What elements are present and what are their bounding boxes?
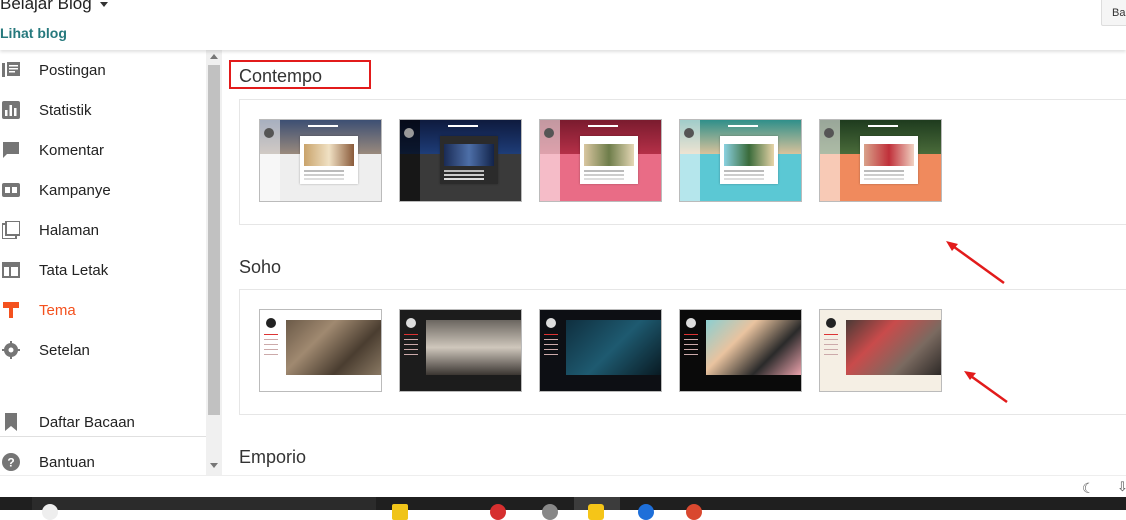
section-title-emporio: Emporio (239, 447, 307, 467)
view-blog-link[interactable]: Lihat blog (0, 25, 67, 41)
pages-icon (2, 221, 20, 239)
taskbar-search[interactable] (32, 497, 376, 510)
theme-thumbnail[interactable] (539, 309, 662, 392)
sidebar-item-postingan[interactable]: Postingan (0, 50, 206, 90)
app-icon[interactable] (542, 504, 558, 520)
sidebar-item-tata-letak[interactable]: Tata Letak (0, 250, 206, 290)
help-icon: ? (2, 453, 20, 471)
sidebar-item-komentar[interactable]: Komentar (0, 130, 206, 170)
scroll-down-icon[interactable] (210, 463, 218, 468)
blog-title: Belajar Blog (0, 0, 92, 13)
sidebar-item-kampanye[interactable]: Kampanye (0, 170, 206, 210)
annotation-arrow (964, 371, 1008, 404)
sidebar: Postingan Statistik Komentar Kampanye Ha… (0, 50, 206, 475)
scroll-up-icon[interactable] (210, 54, 218, 59)
theme-thumbnail[interactable] (539, 119, 662, 202)
sidebar-item-halaman[interactable]: Halaman (0, 210, 206, 250)
annotation-arrow (946, 241, 1005, 285)
theme-thumbnail[interactable] (399, 119, 522, 202)
theme-thumbnail[interactable] (679, 119, 802, 202)
taskbar (0, 497, 1126, 520)
top-right-button[interactable]: Ba (1101, 0, 1126, 26)
sidebar-item-label: Daftar Bacaan (39, 413, 135, 431)
theme-thumbnail[interactable] (819, 309, 942, 392)
section-title-contempo: Contempo (239, 66, 323, 86)
ad-icon (2, 183, 20, 197)
app-icon[interactable] (638, 504, 654, 520)
stats-icon (2, 101, 20, 119)
app-icon[interactable] (490, 504, 506, 520)
bookmark-icon (5, 413, 17, 431)
posts-icon (2, 62, 20, 77)
sidebar-item-label: Bantuan (39, 453, 95, 471)
app-icon[interactable] (588, 504, 604, 520)
sidebar-scrollbar[interactable] (206, 50, 222, 475)
theme-gallery: Contempo Soho Emporio (222, 50, 1126, 475)
theme-thumbnail[interactable] (819, 119, 942, 202)
dark-mode-icon[interactable]: ☾ (1082, 480, 1095, 497)
sidebar-item-tema[interactable]: Tema (0, 290, 206, 330)
contempo-theme-row (239, 99, 1126, 225)
blog-selector[interactable]: Belajar Blog (0, 0, 108, 14)
section-title-soho: Soho (239, 257, 282, 277)
chevron-down-icon (99, 2, 108, 8)
gear-icon (2, 341, 20, 359)
sidebar-item-setelan[interactable]: Setelan (0, 330, 206, 370)
theme-thumbnail[interactable] (399, 309, 522, 392)
comment-icon (3, 142, 19, 158)
scroll-thumb[interactable] (208, 65, 220, 415)
folder-icon[interactable] (392, 504, 408, 520)
svg-text:?: ? (7, 456, 14, 470)
cortana-icon[interactable] (42, 504, 58, 520)
app-icon[interactable] (686, 504, 702, 520)
theme-thumbnail[interactable] (259, 309, 382, 392)
theme-icon (3, 302, 19, 318)
sidebar-item-label: Tema (39, 301, 76, 319)
top-bar: Belajar Blog Lihat blog Ba (0, 0, 1126, 50)
sidebar-item-label: Statistik (39, 101, 92, 119)
sidebar-item-label: Tata Letak (39, 261, 109, 279)
layout-icon (2, 262, 20, 278)
sidebar-item-label: Postingan (39, 61, 106, 79)
sidebar-item-label: Setelan (39, 341, 90, 359)
theme-thumbnail[interactable] (679, 309, 802, 392)
sidebar-item-label: Komentar (39, 141, 105, 159)
sidebar-item-label: Kampanye (39, 181, 111, 199)
theme-thumbnail[interactable] (259, 119, 382, 202)
status-bar: ☾ ⇩ (0, 475, 1126, 497)
touch-icon[interactable]: ⇩ (1117, 479, 1126, 495)
sidebar-item-statistik[interactable]: Statistik (0, 90, 206, 130)
sidebar-item-label: Halaman (39, 221, 100, 239)
sidebar-item-daftar-bacaan[interactable]: Daftar Bacaan (0, 402, 206, 442)
